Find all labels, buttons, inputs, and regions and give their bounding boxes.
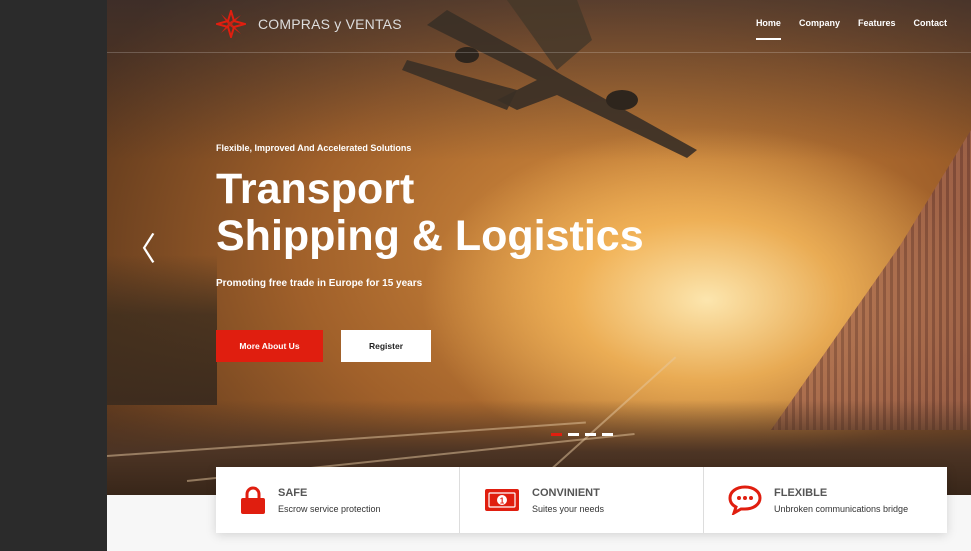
hero-city-silhouette <box>107 255 217 405</box>
banknote-icon: 1 <box>485 489 519 511</box>
brand-logo[interactable]: COMPRAS y VENTAS <box>216 10 402 38</box>
airplane-icon <box>402 0 697 158</box>
register-button[interactable]: Register <box>341 330 431 362</box>
nav-features[interactable]: Features <box>858 18 896 40</box>
chat-bubble-icon <box>728 485 762 515</box>
svg-text:1: 1 <box>500 497 505 506</box>
compass-star-icon <box>216 10 246 38</box>
hero-subline: Promoting free trade in Europe for 15 ye… <box>216 278 423 289</box>
hero-headline-line2: Shipping & Logistics <box>216 212 644 260</box>
nav-home[interactable]: Home <box>755 18 781 40</box>
features-bar: SAFE Escrow service protection 1 CONVINI… <box>216 467 947 533</box>
slider-prev-arrow-icon[interactable]: 〈 <box>124 224 156 270</box>
slider-dot[interactable] <box>602 433 613 436</box>
hero-container-train <box>771 130 971 430</box>
slider-dot[interactable] <box>551 433 562 436</box>
slider-dot[interactable] <box>585 433 596 436</box>
feature-title: SAFE <box>278 486 308 499</box>
feature-desc: Unbroken communications bridge <box>774 503 909 514</box>
hero-eyebrow: Flexible, Improved And Accelerated Solut… <box>216 143 412 153</box>
feature-desc: Escrow service protection <box>278 503 381 514</box>
left-side-panel <box>0 0 107 551</box>
nav-contact[interactable]: Contact <box>914 18 948 40</box>
slider-pagination <box>551 433 613 436</box>
brand-name: COMPRAS y VENTAS <box>258 16 402 32</box>
nav-company[interactable]: Company <box>799 18 840 40</box>
feature-convinient: 1 CONVINIENT Suites your needs <box>460 467 704 533</box>
feature-flexible: FLEXIBLE Unbroken communications bridge <box>704 467 947 533</box>
more-about-us-button[interactable]: More About Us <box>216 330 323 362</box>
padlock-icon <box>241 486 265 514</box>
main-nav: Home Company Features Contact <box>755 18 948 40</box>
feature-title: CONVINIENT <box>532 486 600 499</box>
feature-title: FLEXIBLE <box>774 486 828 499</box>
hero-headline: Transport Shipping & Logistics <box>216 166 644 260</box>
feature-desc: Suites your needs <box>532 503 605 514</box>
slider-dot[interactable] <box>568 433 579 436</box>
feature-safe: SAFE Escrow service protection <box>216 467 460 533</box>
hero-headline-line1: Transport <box>216 165 415 213</box>
header-divider <box>107 52 971 53</box>
